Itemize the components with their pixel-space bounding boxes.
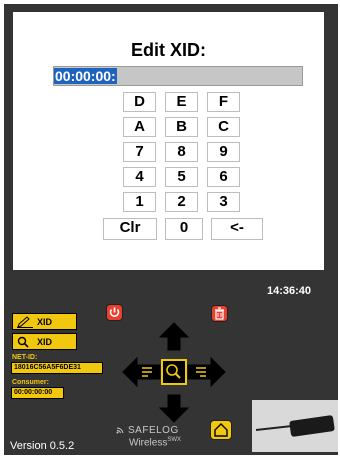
key-8[interactable]: 8 — [165, 142, 198, 162]
key-c[interactable]: C — [207, 117, 240, 137]
xid-input[interactable]: 00:00:00: — [53, 66, 303, 86]
key-3[interactable]: 3 — [207, 192, 240, 212]
consumer-value: 00:00:00:00 — [11, 387, 64, 399]
key-9[interactable]: 9 — [207, 142, 240, 162]
arrow-left-icon[interactable] — [122, 356, 161, 388]
key-6[interactable]: 6 — [207, 167, 240, 187]
search-xid-button[interactable]: XID — [12, 333, 77, 350]
home-button[interactable] — [210, 420, 232, 440]
key-f[interactable]: F — [207, 92, 240, 112]
search-xid-label: XID — [37, 337, 53, 347]
arrow-down-icon[interactable] — [158, 394, 190, 423]
magnifier-icon — [17, 336, 29, 348]
arrow-right-icon[interactable] — [187, 356, 226, 388]
key-5[interactable]: 5 — [165, 167, 198, 187]
key-4[interactable]: 4 — [123, 167, 156, 187]
key-0[interactable]: 0 — [165, 218, 203, 240]
key-d[interactable]: D — [123, 92, 156, 112]
device-photo — [252, 400, 338, 452]
edit-xid-button[interactable]: XID — [12, 313, 77, 330]
arrow-up-icon[interactable] — [158, 322, 190, 351]
net-id-value: 18016C56A5F6DE31 — [11, 362, 103, 374]
screen: Edit XID: 00:00:00: D A 7 4 1 Clr E B 8 … — [0, 0, 340, 457]
power-button[interactable] — [106, 304, 123, 321]
panel-title: Edit XID: — [131, 40, 206, 60]
key-backspace[interactable]: <- — [211, 218, 263, 240]
home-icon — [214, 423, 228, 437]
consumer-label: Consumer: — [12, 379, 49, 386]
version-label: Version 0.5.2 — [10, 440, 75, 452]
edit-xid-panel: Edit XID: 00:00:00: D A 7 4 1 Clr E B 8 … — [13, 12, 324, 270]
key-clear[interactable]: Clr — [103, 218, 157, 240]
key-1[interactable]: 1 — [123, 192, 156, 212]
edit-xid-label: XID — [37, 317, 53, 327]
clock: 14:36:40 — [267, 285, 312, 297]
brand-sub: WirelessSWX — [129, 437, 182, 449]
xid-selected-text: 00:00:00: — [54, 68, 117, 84]
net-id-label: NET-ID: — [12, 354, 38, 361]
power-icon — [109, 307, 120, 317]
wifi-logo-icon — [116, 427, 124, 434]
trash-icon — [215, 307, 224, 320]
device-image — [252, 400, 338, 452]
pencil-icon — [17, 316, 33, 328]
brand-name: SAFELOG — [128, 425, 179, 436]
key-7[interactable]: 7 — [123, 142, 156, 162]
key-a[interactable]: A — [123, 117, 156, 137]
navigation-pad — [122, 322, 226, 423]
key-b[interactable]: B — [165, 117, 198, 137]
center-search-button[interactable] — [161, 359, 187, 385]
key-e[interactable]: E — [165, 92, 198, 112]
key-2[interactable]: 2 — [165, 192, 198, 212]
